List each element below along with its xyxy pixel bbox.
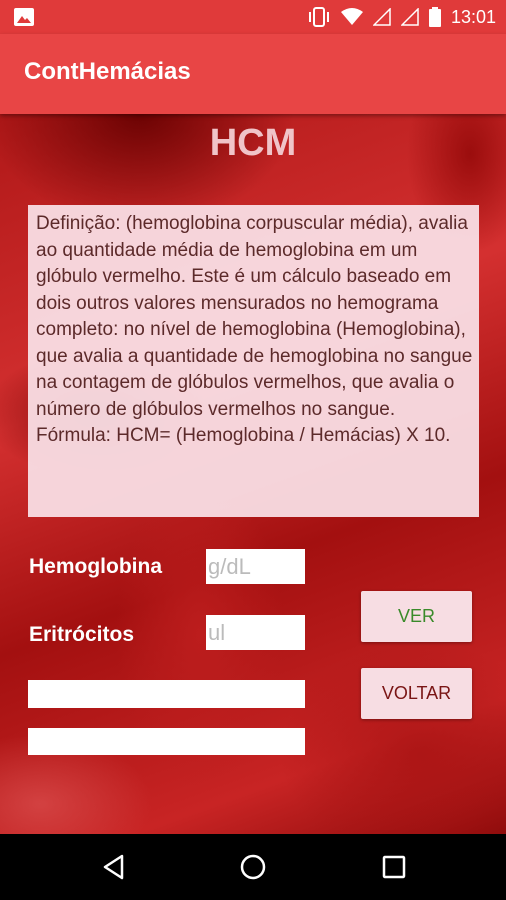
battery-icon	[428, 7, 441, 27]
wifi-icon	[340, 8, 363, 25]
result-field-1[interactable]	[28, 680, 305, 708]
signal-icon	[400, 8, 419, 26]
page-title: HCM	[209, 122, 297, 164]
eritrocitos-input[interactable]	[206, 615, 305, 650]
voltar-button[interactable]: VOLTAR	[361, 668, 472, 719]
ver-button[interactable]: VER	[361, 591, 472, 642]
recents-icon[interactable]	[379, 852, 409, 882]
image-icon	[14, 8, 34, 26]
navigation-bar	[0, 834, 506, 900]
definition-text: Definição: (hemoglobina corpuscular médi…	[28, 205, 479, 517]
hemoglobina-input[interactable]	[206, 549, 305, 584]
vibrate-icon	[308, 7, 329, 27]
back-icon[interactable]	[99, 852, 129, 882]
content-area: HCM Definição: (hemoglobina corpuscular …	[0, 114, 506, 834]
status-bar: 13:01	[0, 0, 506, 34]
signal-icon	[372, 8, 391, 26]
hemoglobina-label: Hemoglobina	[29, 555, 163, 578]
app-bar: ContHemácias	[0, 34, 506, 114]
status-time: 13:01	[450, 6, 496, 27]
eritrocitos-label: Eritrócitos	[29, 623, 135, 646]
result-field-2[interactable]	[28, 728, 305, 755]
home-icon[interactable]	[238, 852, 268, 882]
app-title: ContHemácias	[24, 58, 191, 85]
